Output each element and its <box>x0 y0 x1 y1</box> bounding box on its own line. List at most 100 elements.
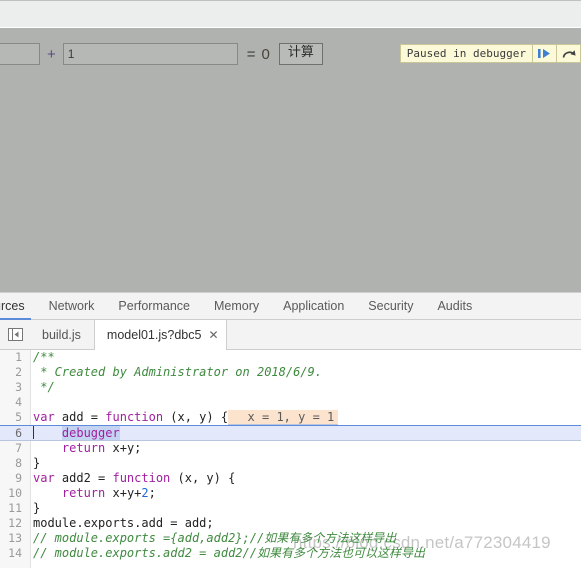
code-line[interactable]: 12 module.exports.add = add; <box>0 516 581 531</box>
tab-label: Performance <box>118 299 190 313</box>
show-navigator-panel-icon[interactable] <box>0 320 30 349</box>
code-line[interactable]: 2 * Created by Administrator on 2018/6/9… <box>0 365 581 380</box>
equals-operator-label: = <box>246 45 256 63</box>
code-token: module.exports.add = add; <box>33 516 214 531</box>
inline-value-hint: x = 1, y = 1 <box>228 410 339 426</box>
code-line[interactable]: 1 /** <box>0 350 581 365</box>
plus-operator-label: + <box>47 45 56 63</box>
code-token: add = <box>54 410 106 425</box>
line-number[interactable]: 10 <box>0 486 29 501</box>
line-number[interactable]: 1 <box>0 350 29 365</box>
line-text: debugger <box>29 426 120 441</box>
close-icon[interactable]: ✕ <box>208 329 218 341</box>
calculator-form: + = 0 计算 <box>0 42 323 66</box>
file-tab-label: model01.js?dbc5 <box>106 328 202 342</box>
calculate-button[interactable]: 计算 <box>278 43 323 65</box>
line-number[interactable]: 7 <box>0 441 29 456</box>
code-token: /** <box>33 350 55 364</box>
tab-security[interactable]: Security <box>356 293 425 319</box>
code-line[interactable]: 3 */ <box>0 380 581 395</box>
screenshot-root: + = 0 计算 Paused in debugger urces <box>0 0 581 568</box>
code-token: } <box>33 500 41 515</box>
line-number[interactable]: 6 <box>0 426 29 440</box>
line-number[interactable]: 13 <box>0 531 29 546</box>
code-token: (x, y) { <box>170 470 236 485</box>
code-editor[interactable]: 1/** 2 * Created by Administrator on 2018… <box>0 350 581 568</box>
devtools-tab-bar: urces Network Performance Memory Applica… <box>0 293 581 320</box>
code-token: var <box>33 410 55 425</box>
source-file-tab-strip: build.js model01.js?dbc5 ✕ <box>0 320 581 350</box>
line-text: return x+y+2; <box>29 486 156 501</box>
code-token: 2 <box>141 485 149 500</box>
code-line[interactable]: 8} <box>0 456 581 471</box>
line-text: } <box>29 456 40 471</box>
file-tab-label: build.js <box>42 327 81 342</box>
line-number[interactable]: 14 <box>0 546 29 561</box>
line-text: var add2 = function (x, y) { <box>29 471 235 486</box>
file-tab-model01-js[interactable]: model01.js?dbc5 ✕ <box>93 320 227 350</box>
tab-label: Audits <box>437 299 473 313</box>
tab-label: Application <box>283 299 345 313</box>
tab-performance[interactable]: Performance <box>106 293 202 319</box>
code-line[interactable]: 7 return x+y; <box>0 441 581 456</box>
code-token: add2 = <box>54 470 113 485</box>
step-over-next-function-call-icon[interactable] <box>556 45 580 62</box>
tab-sources[interactable]: urces <box>0 293 37 320</box>
file-tab-build-js[interactable]: build.js <box>30 320 94 349</box>
line-number[interactable]: 8 <box>0 456 29 471</box>
operand-a-input[interactable] <box>0 43 40 65</box>
resume-script-execution-icon[interactable] <box>532 45 556 62</box>
code-token: return <box>61 440 106 455</box>
calculation-result: 0 <box>261 45 270 63</box>
code-line[interactable]: 5 var add = function (x, y) { x = 1, y = … <box>0 410 581 426</box>
code-lines-container: 1/** 2 * Created by Administrator on 2018… <box>0 350 581 561</box>
code-token: // module.exports ={add,add2};//如果有多个方法这… <box>33 531 397 546</box>
code-token: function <box>105 410 164 425</box>
tab-network[interactable]: Network <box>37 293 107 319</box>
line-number[interactable]: 4 <box>0 395 29 410</box>
paused-in-debugger-banner: Paused in debugger <box>399 44 581 63</box>
line-text: * Created by Administrator on 2018/6/9. <box>29 365 322 380</box>
code-token: var <box>33 470 55 485</box>
code-token: * Created by Administrator on 2018/6/9. <box>33 365 322 380</box>
line-text: var add = function (x, y) { x = 1, y = 1 <box>29 410 339 426</box>
tab-memory[interactable]: Memory <box>202 293 271 319</box>
line-number[interactable]: 3 <box>0 380 29 395</box>
page-viewport-overlay <box>0 28 581 292</box>
code-line[interactable]: 9 var add2 = function (x, y) { <box>0 471 581 486</box>
line-text: */ <box>29 380 55 395</box>
code-token: function <box>112 470 171 485</box>
tab-label: Network <box>48 299 95 313</box>
devtools-panel: urces Network Performance Memory Applica… <box>0 292 581 568</box>
line-text: } <box>29 501 40 516</box>
line-number[interactable]: 2 <box>0 365 29 380</box>
code-line[interactable]: 14 // module.exports.add2 = add2//如果有多个方法… <box>0 546 581 561</box>
line-text <box>29 395 33 410</box>
code-token: */ <box>33 380 55 395</box>
operand-b-input[interactable] <box>62 43 238 65</box>
tab-application[interactable]: Application <box>271 293 356 319</box>
code-line[interactable]: 11} <box>0 501 581 516</box>
tab-label: urces <box>0 299 25 313</box>
code-line[interactable]: 4 <box>0 395 581 410</box>
code-token: x+y+ <box>105 485 142 500</box>
code-token: debugger <box>61 426 120 441</box>
code-line[interactable]: 13 // module.exports ={add,add2};//如果有多个方… <box>0 531 581 546</box>
tab-label: Memory <box>213 299 260 313</box>
line-number[interactable]: 9 <box>0 471 29 486</box>
code-token: x+y; <box>105 440 142 455</box>
line-text: // module.exports.add2 = add2//如果有多个方法也可… <box>29 546 425 561</box>
tab-audits[interactable]: Audits <box>425 293 484 319</box>
code-token: // module.exports.add2 = add2//如果有多个方法也可… <box>33 546 425 561</box>
code-line[interactable]: 10 return x+y+2; <box>0 486 581 501</box>
code-token: return <box>61 485 106 500</box>
code-line[interactable]: 6 debugger <box>0 425 581 441</box>
line-number[interactable]: 5 <box>0 410 29 425</box>
line-text: /** <box>29 350 55 365</box>
paused-in-debugger-label: Paused in debugger <box>406 47 526 60</box>
line-number[interactable]: 12 <box>0 516 29 531</box>
line-number[interactable]: 11 <box>0 501 29 516</box>
code-token: } <box>33 455 41 470</box>
